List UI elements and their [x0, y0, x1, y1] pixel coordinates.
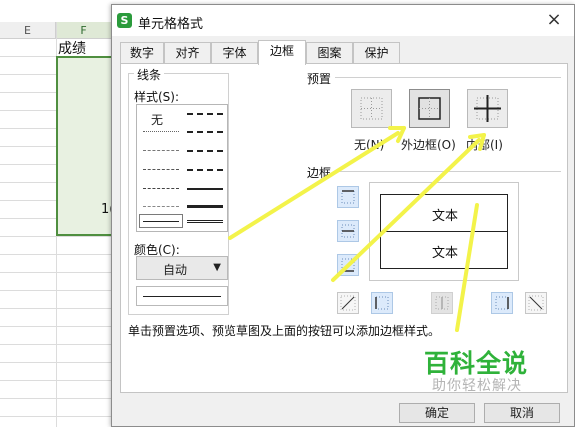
preview-middle-line [380, 231, 508, 232]
column-header-f[interactable]: F [56, 22, 112, 39]
border-divider [335, 171, 561, 172]
border-top-button[interactable] [337, 186, 359, 208]
line-style-selected-thin[interactable] [139, 214, 183, 228]
preset-divider [335, 77, 561, 78]
line-style-preview [136, 286, 228, 306]
line-style-dash-dot-dot[interactable] [143, 169, 179, 170]
line-style-dotted[interactable] [143, 131, 179, 132]
wps-logo-icon: S [117, 13, 132, 28]
color-dropdown-value: 自动 [163, 263, 188, 277]
line-style-medium[interactable] [187, 188, 223, 190]
tab-font[interactable]: 字体 [211, 42, 258, 64]
gridline [0, 290, 112, 291]
border-left-icon [375, 296, 389, 310]
tab-pattern[interactable]: 图案 [306, 42, 353, 64]
border-bottom-button[interactable] [337, 254, 359, 276]
preview-text-top: 文本 [432, 209, 459, 224]
line-style-none[interactable]: 无 [151, 111, 163, 128]
line-style-dash-dot[interactable] [143, 188, 179, 189]
diagonal-up-icon [340, 295, 356, 311]
border-group-title: 边框 [307, 166, 332, 180]
border-inside-vertical-button[interactable] [431, 292, 453, 314]
gridline [0, 254, 112, 255]
tab-alignment[interactable]: 对齐 [164, 42, 211, 64]
chevron-down-icon: ▼ [213, 262, 221, 273]
ok-button[interactable]: 确定 [399, 403, 475, 423]
gridline [0, 308, 112, 309]
preset-outline-icon [418, 97, 441, 120]
preview-right-line [507, 194, 508, 269]
gridline [0, 362, 112, 363]
preset-group-title: 预置 [307, 72, 332, 86]
border-right-button[interactable] [491, 292, 513, 314]
gridline [0, 344, 112, 345]
line-group-title: 线条 [134, 66, 165, 83]
cell-header-score[interactable]: 成绩 [58, 38, 86, 58]
preview-bottom-line [380, 268, 508, 269]
line-style-list[interactable]: 无 [136, 104, 228, 232]
line-style-medium-dashed[interactable] [187, 169, 223, 171]
border-preview-area[interactable]: 文本 文本 [369, 182, 519, 281]
border-diagonal-up-button[interactable] [337, 292, 359, 314]
border-right-icon [495, 296, 509, 310]
line-style-thick[interactable] [187, 205, 223, 208]
preset-inside-icon [474, 95, 501, 122]
dialog-title: 单元格格式 [138, 17, 204, 32]
preview-left-line [380, 194, 381, 269]
line-style-medium-dash-dot-dot[interactable] [187, 113, 223, 115]
preset-inside-label: 内部(I) [466, 138, 503, 152]
column-header-e[interactable]: E [0, 22, 56, 39]
preset-outline-button[interactable] [409, 89, 450, 128]
border-diagonal-down-button[interactable] [525, 292, 547, 314]
color-dropdown[interactable]: 自动 ▼ [136, 256, 228, 280]
dialog-titlebar[interactable]: S 单元格格式 × [112, 5, 574, 36]
gridline [0, 398, 112, 399]
preset-none-icon [360, 97, 383, 120]
preset-none-label: 无(N) [354, 138, 385, 152]
cancel-button[interactable]: 取消 [484, 403, 560, 423]
preview-top-line [380, 194, 508, 195]
border-inside-vertical-icon [435, 296, 449, 310]
preset-none-button[interactable] [351, 89, 392, 128]
tab-protection[interactable]: 保护 [353, 42, 400, 64]
gridline [0, 272, 112, 273]
gridline [0, 380, 112, 381]
border-left-button[interactable] [371, 292, 393, 314]
border-inside-horizontal-icon [341, 224, 355, 238]
border-hint-text: 单击预置选项、预览草图及上面的按钮可以添加边框样式。 [128, 324, 441, 338]
line-style-slanted-dash-dot[interactable] [187, 131, 223, 133]
tab-number[interactable]: 数字 [120, 42, 164, 64]
line-style-double[interactable] [187, 220, 223, 223]
line-style-dashed-fine[interactable] [143, 150, 179, 151]
gridline [0, 326, 112, 327]
border-bottom-icon [341, 258, 355, 272]
border-top-icon [341, 190, 355, 204]
style-label: 样式(S): [134, 90, 180, 104]
diagonal-down-icon [528, 295, 544, 311]
preset-outline-label: 外边框(O) [401, 138, 456, 152]
line-style-medium-dash-dot[interactable] [187, 150, 223, 152]
gridline [0, 236, 112, 237]
preview-text-bottom: 文本 [432, 246, 459, 261]
gridline [0, 416, 112, 417]
close-button[interactable]: × [544, 10, 564, 30]
border-inside-horizontal-button[interactable] [337, 220, 359, 242]
baike-watermark-slogan: 助你轻松解决 [432, 378, 522, 394]
tab-border[interactable]: 边框 [258, 40, 306, 65]
line-style-hairline[interactable] [143, 206, 179, 207]
preset-inside-button[interactable] [467, 89, 508, 128]
